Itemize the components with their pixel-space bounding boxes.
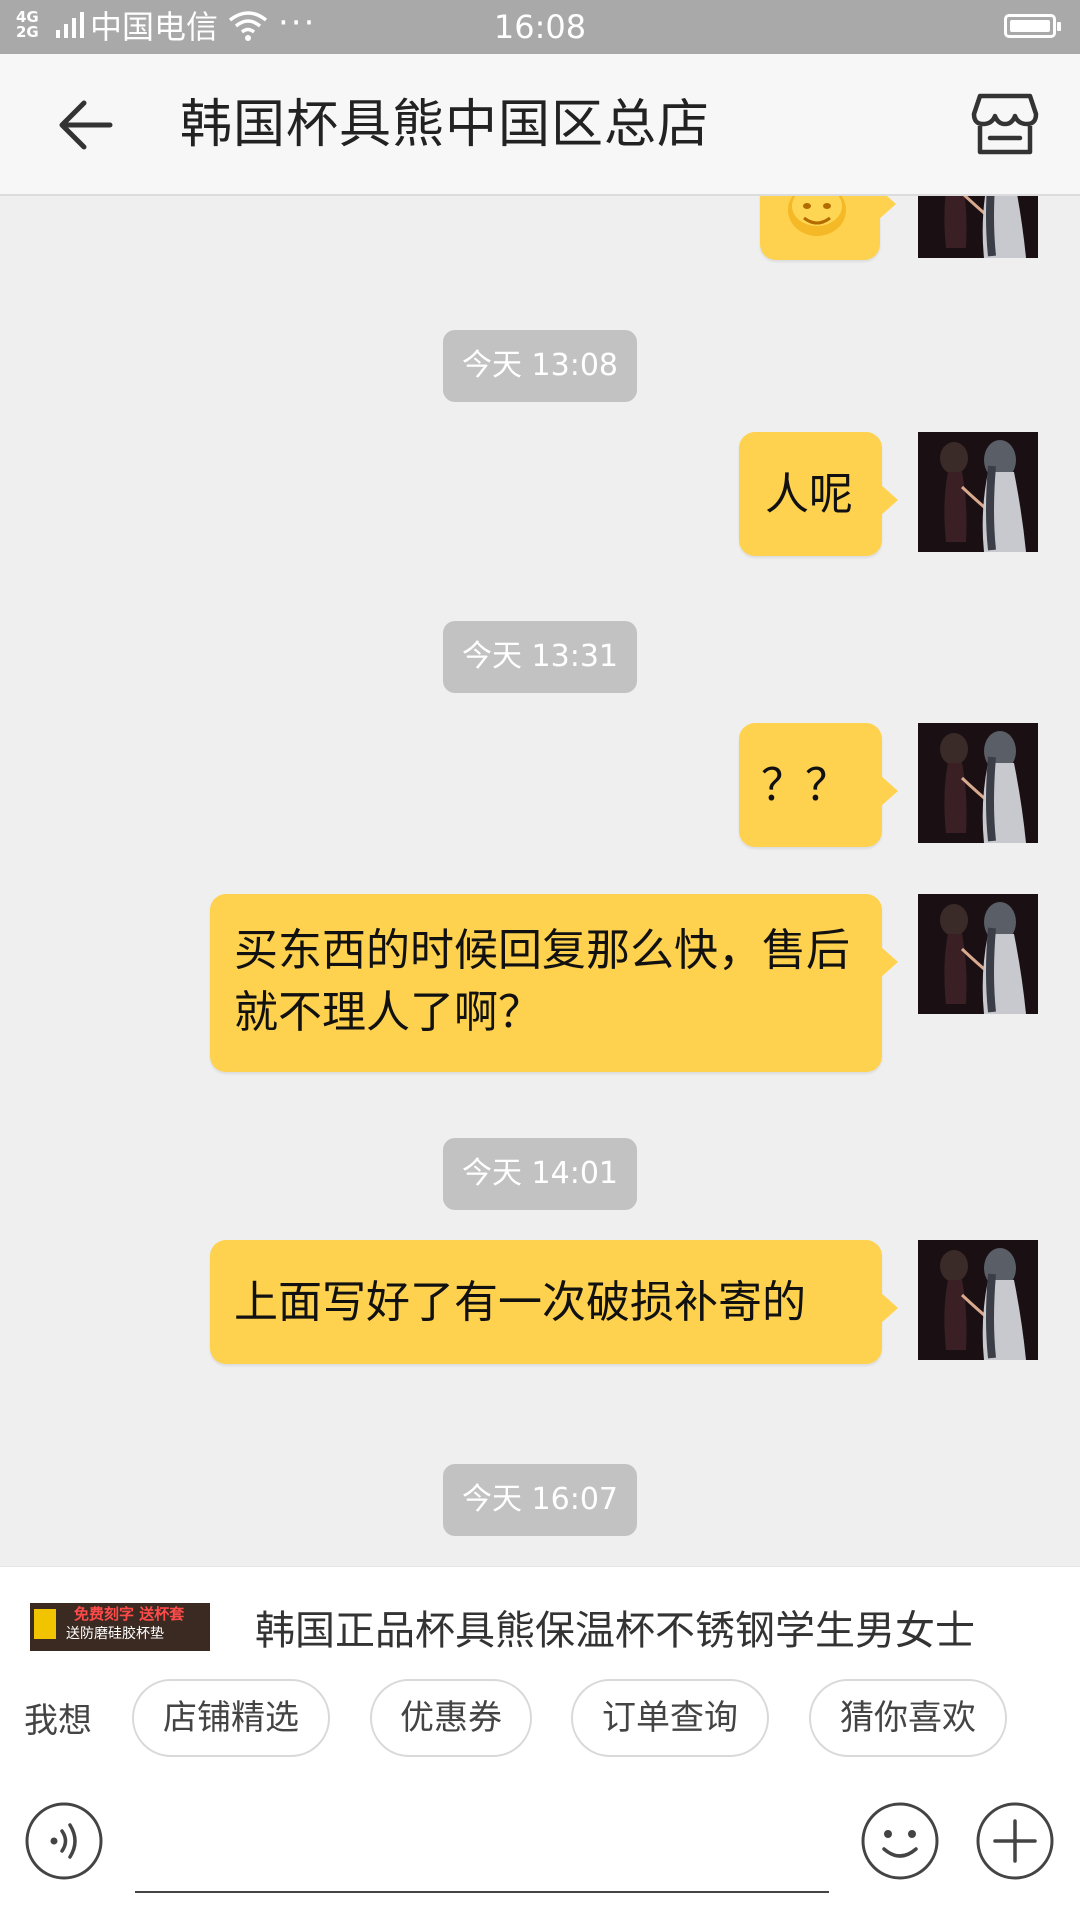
message-timestamp: 今天 13:08 [443, 330, 637, 402]
avatar-image [918, 1240, 1038, 1360]
message-bubble[interactable]: 买东西的时候回复那么快，售后就不理人了啊？ [210, 894, 898, 1072]
message-bubble[interactable]: ？？ [739, 723, 898, 847]
avatar-image [918, 432, 1038, 552]
chip-coupons[interactable]: 优惠券 [370, 1679, 532, 1757]
message-timestamp: 今天 14:01 [443, 1138, 637, 1210]
avatar-image [918, 894, 1038, 1014]
avatar[interactable] [918, 196, 1038, 258]
product-thumbnail[interactable]: 免费刻字 送杯套 送防磨硅胶杯垫 [30, 1603, 210, 1651]
brand-logo-icon [34, 1609, 56, 1639]
voice-icon[interactable] [24, 1801, 104, 1881]
avatar[interactable] [918, 894, 1038, 1014]
thumb-promo-line2: 送防磨硅胶杯垫 [66, 1626, 164, 1642]
chat-header: 韩国杯具熊中国区总店 [0, 54, 1080, 196]
message-timestamp: 今天 16:07 [443, 1464, 637, 1536]
message-text: 人呢 [765, 469, 853, 520]
avatar[interactable] [918, 1240, 1038, 1360]
message-bubble[interactable] [760, 196, 896, 260]
message-bubble[interactable]: 上面写好了有一次破损补寄的 [210, 1240, 898, 1364]
chip-recommendations[interactable]: 猜你喜欢 [809, 1679, 1007, 1757]
message-text: 上面写好了有一次破损补寄的 [234, 1277, 806, 1328]
chat-area[interactable]: 今天 13:08 人呢 今天 13:31 ？？ 买东西的时候回复那么快，售后就不… [0, 196, 1080, 1566]
message-text: 买东西的时候回复那么快，售后就不理人了啊？ [234, 925, 850, 1038]
chip-order-lookup[interactable]: 订单查询 [571, 1679, 769, 1757]
shop-title: 韩国杯具熊中国区总店 [180, 95, 711, 155]
message-timestamp: 今天 13:31 [443, 621, 637, 693]
avatar[interactable] [918, 432, 1038, 552]
clock: 16:08 [493, 8, 587, 46]
quick-action-label: 我想 [24, 1701, 92, 1741]
battery-icon [1004, 14, 1061, 38]
message-input[interactable] [135, 1891, 829, 1893]
product-title[interactable]: 韩国正品杯具熊保温杯不锈钢学生男女士 [255, 1605, 975, 1657]
store-icon[interactable] [970, 92, 1040, 158]
avatar-image [918, 723, 1038, 843]
thumb-promo-line1: 免费刻字 送杯套 [74, 1605, 185, 1623]
avatar[interactable] [918, 723, 1038, 843]
plus-icon[interactable] [975, 1801, 1055, 1881]
status-bar: 4G 2G 中国电信 ··· 16:08 [0, 0, 1080, 54]
smiley-icon[interactable] [860, 1801, 940, 1881]
smiley-emoji-icon [788, 196, 846, 236]
chip-store-picks[interactable]: 店铺精选 [132, 1679, 330, 1757]
message-text: ？？ [761, 760, 849, 811]
message-bubble[interactable]: 人呢 [739, 432, 898, 556]
avatar-image [918, 196, 1038, 258]
back-arrow-icon[interactable] [52, 90, 122, 160]
battery-level [1010, 20, 1050, 32]
bottom-panel: 免费刻字 送杯套 送防磨硅胶杯垫 韩国正品杯具熊保温杯不锈钢学生男女士 我想 店… [0, 1566, 1080, 1920]
